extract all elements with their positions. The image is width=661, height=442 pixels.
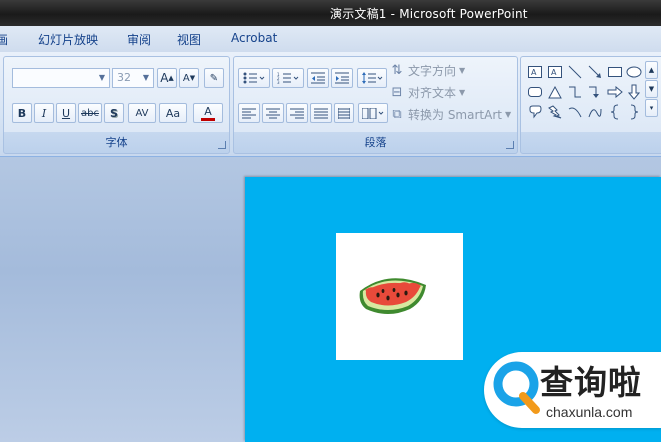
- left-brace-shape-icon[interactable]: [606, 103, 624, 121]
- font-group: ▼ 32 ▼ A ▲ A ▼ ✎ B I U abc S AV Aa A 字体: [3, 56, 230, 154]
- tab-review[interactable]: 审阅: [127, 31, 151, 48]
- dialog-launcher-icon[interactable]: [218, 141, 226, 149]
- align-center-button[interactable]: [262, 103, 284, 123]
- font-color-bar: [201, 117, 215, 121]
- chevron-down-icon: ▼: [459, 88, 466, 97]
- columns-button[interactable]: [358, 103, 388, 123]
- window-title: 演示文稿1 - Microsoft PowerPoint: [330, 7, 528, 21]
- tab-acrobat[interactable]: Acrobat: [231, 31, 277, 45]
- curve-shape-icon[interactable]: [566, 103, 584, 121]
- callout-shape-icon[interactable]: [526, 103, 544, 121]
- svg-text:A: A: [551, 68, 557, 77]
- arrow-line-shape-icon[interactable]: [586, 63, 604, 81]
- clear-format-button[interactable]: ✎: [204, 68, 224, 88]
- font-name-combo[interactable]: ▼: [12, 68, 110, 88]
- text-direction-icon: ⇅: [391, 63, 403, 78]
- elbow-connector-shape-icon[interactable]: [566, 83, 584, 101]
- magnifier-logo-icon: [493, 361, 540, 414]
- dialog-launcher-icon[interactable]: [506, 141, 514, 149]
- line-shape-icon[interactable]: [566, 63, 584, 81]
- numbering-button[interactable]: 123: [272, 68, 304, 88]
- right-brace-shape-icon[interactable]: [625, 103, 643, 121]
- tab-animation[interactable]: 画: [0, 31, 8, 48]
- columns-icon: [362, 107, 384, 119]
- paragraph-group-label: 段落: [364, 136, 387, 149]
- rectangle-shape-icon[interactable]: [606, 63, 624, 81]
- text-direction-button[interactable]: ⇅ 文字方向 ▼: [389, 62, 466, 79]
- strikethrough-button[interactable]: abc: [78, 103, 102, 123]
- gallery-scroll-up-button[interactable]: ▲: [645, 61, 658, 79]
- numbered-list-icon: 123: [277, 72, 299, 84]
- chevron-down-icon: ▼: [459, 66, 466, 75]
- align-text-button[interactable]: ⊟ 对齐文本 ▼: [389, 84, 466, 101]
- increase-indent-button[interactable]: [331, 68, 353, 88]
- shadow-button[interactable]: S: [104, 103, 124, 123]
- chevron-down-icon: ▼: [504, 110, 512, 119]
- watermark-title: 查询啦: [540, 363, 642, 402]
- chevron-down-icon: ▼: [98, 73, 106, 82]
- align-left-icon: [242, 108, 256, 118]
- oval-shape-icon[interactable]: [625, 63, 643, 81]
- bold-button[interactable]: B: [12, 103, 32, 123]
- chevron-down-icon: ▼: [142, 73, 150, 82]
- font-group-label: 字体: [105, 136, 128, 149]
- triangle-shape-icon[interactable]: [546, 83, 564, 101]
- title-bar: 演示文稿1 - Microsoft PowerPoint: [0, 0, 661, 26]
- ribbon-tabs: 画 幻灯片放映 审阅 视图 Acrobat: [0, 26, 661, 52]
- elbow-arrow-shape-icon[interactable]: [586, 83, 604, 101]
- vertical-textbox-shape-icon[interactable]: A: [546, 63, 564, 81]
- rounded-rect-shape-icon[interactable]: [526, 83, 544, 101]
- arc-shape-icon[interactable]: [586, 103, 604, 121]
- line-spacing-icon: [362, 72, 383, 84]
- line-spacing-button[interactable]: [357, 68, 387, 88]
- align-center-icon: [266, 108, 280, 118]
- svg-text:A: A: [531, 68, 537, 77]
- watermelon-picture[interactable]: [336, 233, 463, 360]
- eraser-icon: ✎: [209, 72, 219, 84]
- paragraph-group: 123 ⇅ 文字方向 ▼ ⊟ 对齐文本 ▼ ⧉ 转换为 SmartArt ▼ 段…: [233, 56, 518, 154]
- svg-text:3: 3: [277, 80, 280, 84]
- justify-button[interactable]: [310, 103, 332, 123]
- tab-slideshow[interactable]: 幻灯片放映: [38, 31, 98, 48]
- gallery-scroll-down-button[interactable]: ▼: [645, 80, 658, 98]
- distributed-button[interactable]: [334, 103, 354, 123]
- outdent-icon: [311, 72, 325, 84]
- shrink-font-button[interactable]: A ▼: [179, 68, 199, 88]
- justify-icon: [314, 108, 328, 118]
- smartart-icon: ⧉: [392, 107, 402, 122]
- grow-font-button[interactable]: A ▲: [157, 68, 177, 88]
- tab-view[interactable]: 视图: [177, 31, 201, 48]
- char-spacing-button[interactable]: AV: [128, 103, 156, 123]
- change-case-button[interactable]: Aa: [159, 103, 187, 123]
- gallery-more-button[interactable]: ▾: [645, 99, 658, 117]
- right-arrow-shape-icon[interactable]: [606, 83, 624, 101]
- italic-button[interactable]: I: [34, 103, 54, 123]
- decrease-indent-button[interactable]: [307, 68, 329, 88]
- bullets-button[interactable]: [238, 68, 270, 88]
- align-right-button[interactable]: [286, 103, 308, 123]
- down-arrow-shape-icon[interactable]: [625, 83, 643, 101]
- lightning-shape-icon[interactable]: [546, 103, 564, 121]
- align-right-icon: [290, 108, 304, 118]
- font-size-value: 32: [117, 71, 131, 84]
- watermelon-icon: [359, 278, 426, 314]
- underline-button[interactable]: U: [56, 103, 76, 123]
- align-text-icon: ⊟: [391, 85, 403, 100]
- font-size-combo[interactable]: 32 ▼: [112, 68, 154, 88]
- bullet-list-icon: [243, 72, 265, 84]
- distribute-icon: [338, 107, 350, 119]
- indent-icon: [335, 72, 349, 84]
- drawing-group: A A ▲ ▼ ▾: [520, 56, 661, 154]
- convert-smartart-button[interactable]: ⧉ 转换为 SmartArt ▼: [389, 106, 511, 123]
- watermark-domain: chaxunla.com: [546, 404, 633, 420]
- align-left-button[interactable]: [238, 103, 260, 123]
- textbox-shape-icon[interactable]: A: [526, 63, 544, 81]
- font-color-button[interactable]: A: [193, 103, 223, 123]
- ribbon: ▼ 32 ▼ A▲ A▼ ✎ B I U abc S AV Aa A 字体: [0, 52, 661, 157]
